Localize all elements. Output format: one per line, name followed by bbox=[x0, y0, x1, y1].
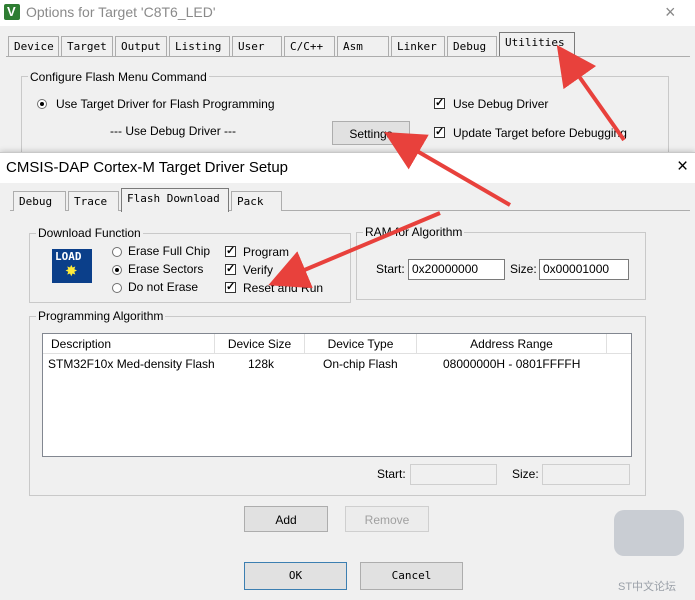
arrow-to-reset-and-run bbox=[268, 211, 441, 289]
arrow-to-utilities-tab bbox=[556, 44, 626, 142]
arrow-to-settings-button bbox=[384, 131, 512, 207]
annotation-arrows bbox=[268, 44, 626, 289]
